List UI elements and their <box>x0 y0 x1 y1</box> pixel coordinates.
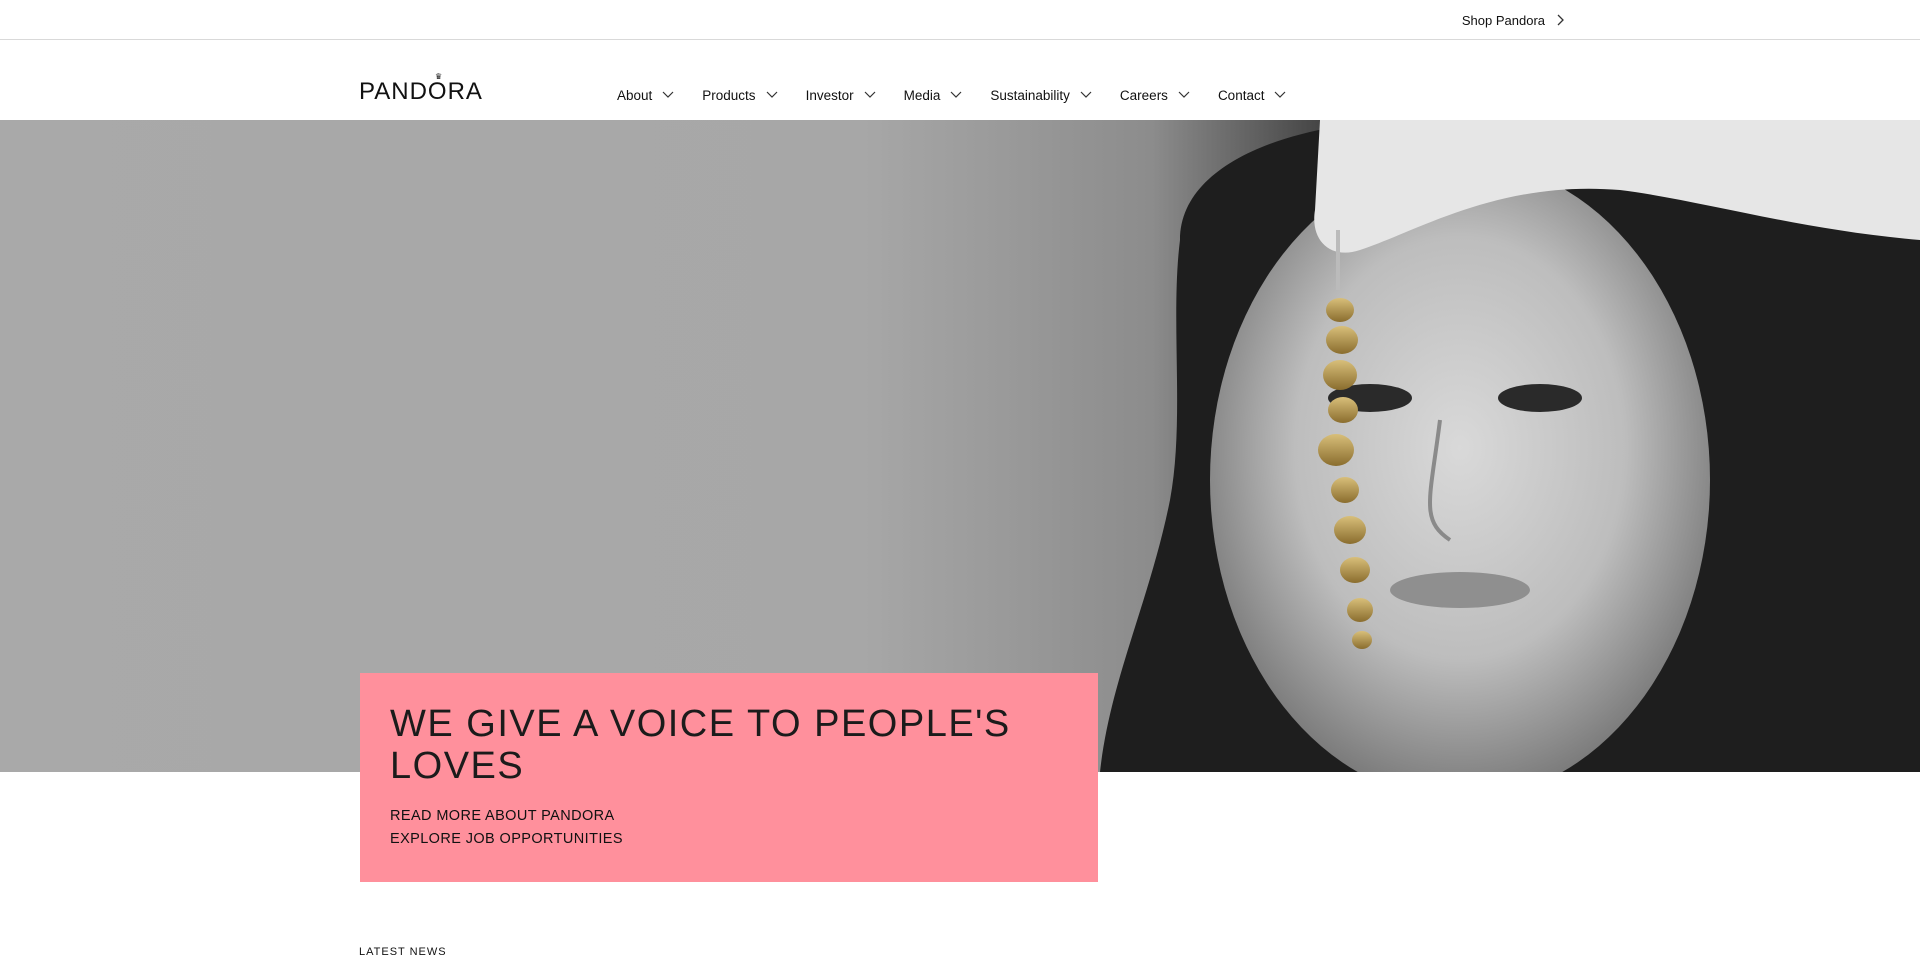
job-opportunities-link[interactable]: EXPLORE JOB OPPORTUNITIES <box>390 831 623 847</box>
chevron-down-icon <box>1178 91 1190 98</box>
nav-item-label: Investor <box>805 87 854 103</box>
chevron-down-icon <box>662 91 674 98</box>
nav-item-investor[interactable]: Investor <box>806 83 876 107</box>
main-nav: About Products Investor Media Sustainabi… <box>617 83 1314 107</box>
utility-bar: Shop Pandora <box>0 0 1920 40</box>
chevron-down-icon <box>766 91 777 98</box>
chevron-down-icon <box>1275 91 1286 98</box>
nav-item-label: Careers <box>1119 87 1168 103</box>
nav-item-products[interactable]: Products <box>702 83 777 107</box>
nav-item-label: Media <box>903 87 941 103</box>
read-more-link[interactable]: READ MORE ABOUT PANDORA <box>390 808 615 824</box>
chevron-down-icon <box>1080 91 1092 98</box>
latest-news-heading: LATEST NEWS <box>359 946 447 958</box>
nav-item-label: Contact <box>1217 87 1265 103</box>
nav-item-careers[interactable]: Careers <box>1120 83 1190 107</box>
main-header: ♛ PANDORA About Products Investor Media … <box>0 40 1920 120</box>
shop-pandora-label: Shop Pandora <box>1461 12 1545 28</box>
nav-item-contact[interactable]: Contact <box>1218 83 1287 107</box>
hero-card: WE GIVE A VOICE TO PEOPLE'S LOVES READ M… <box>360 673 1098 882</box>
nav-item-media[interactable]: Media <box>904 83 963 107</box>
chevron-down-icon <box>950 91 962 98</box>
crown-icon: ♛ <box>435 72 443 81</box>
pandora-logo[interactable]: ♛ PANDORA <box>359 72 483 108</box>
nav-item-about[interactable]: About <box>617 83 674 107</box>
nav-item-label: Products <box>702 87 756 103</box>
hero-title: WE GIVE A VOICE TO PEOPLE'S LOVES <box>390 703 1011 787</box>
logo-text: PANDORA <box>359 78 483 105</box>
nav-item-sustainability[interactable]: Sustainability <box>990 83 1092 107</box>
nav-item-label: Sustainability <box>990 87 1070 103</box>
nav-item-label: About <box>617 87 653 103</box>
chevron-down-icon <box>864 91 876 98</box>
shop-pandora-link[interactable]: Shop Pandora <box>1462 11 1565 29</box>
chevron-right-icon <box>1557 14 1564 26</box>
